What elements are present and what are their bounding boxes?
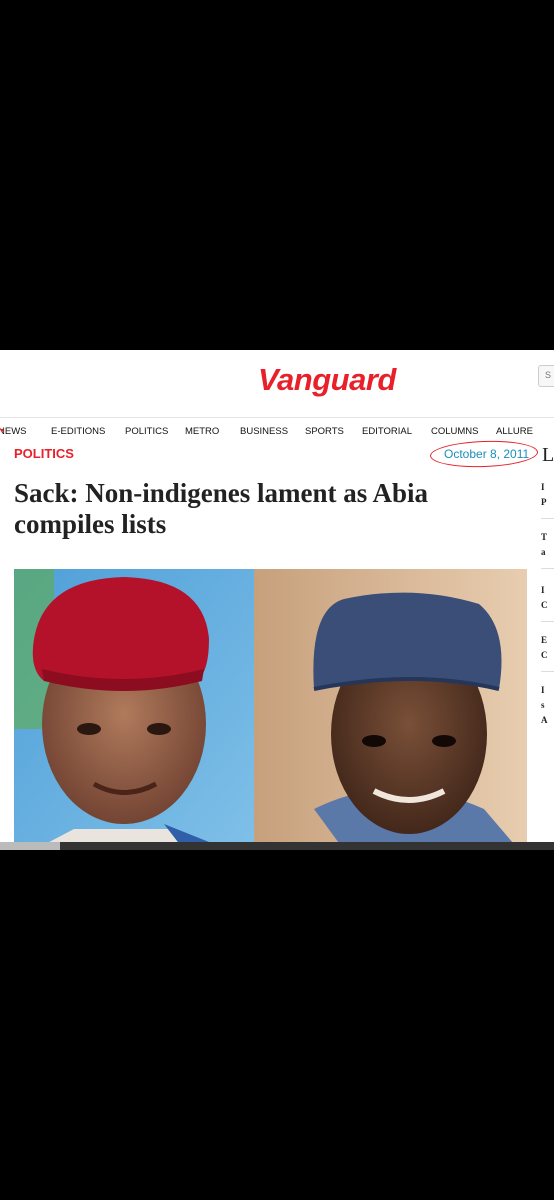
article-photo-illustration: [14, 569, 527, 850]
nav-item-politics[interactable]: POLITICS: [125, 426, 168, 437]
divider: [541, 518, 554, 519]
nav-item-sports[interactable]: SPORTS: [305, 426, 344, 437]
list-item[interactable]: I C: [541, 583, 554, 613]
list-item-line: P: [541, 497, 547, 507]
list-item-line: A: [541, 715, 548, 725]
list-item-line: I: [541, 585, 545, 595]
section-label[interactable]: POLITICS: [14, 446, 74, 461]
nav-item-columns[interactable]: COLUMNS: [431, 426, 479, 437]
chevron-down-icon: ▾: [0, 426, 5, 435]
vanguard-logo[interactable]: Vanguard: [258, 362, 396, 398]
nav-item-editorial[interactable]: EDITORIAL: [362, 426, 412, 437]
sidebar-title: L: [542, 444, 554, 466]
list-item-line: s: [541, 700, 545, 710]
nav-item-business[interactable]: BUSINESS: [240, 426, 288, 437]
list-item-line: a: [541, 547, 546, 557]
divider: [541, 568, 554, 569]
list-item[interactable]: I s A: [541, 683, 554, 728]
list-item-line: T: [541, 532, 548, 542]
nav-item-e-editions[interactable]: E-EDITIONS: [51, 426, 105, 437]
list-item-line: E: [541, 635, 548, 645]
divider: [541, 621, 554, 622]
list-item-line: C: [541, 600, 548, 610]
article-headline[interactable]: Sack: Non-indigenes lament as Abia compi…: [14, 478, 484, 540]
screenshot-bottom-edge: [0, 842, 554, 850]
two-portraits-photo: [14, 569, 527, 850]
search-placeholder: S: [545, 370, 552, 380]
list-item-line: I: [541, 685, 545, 695]
nav-item-metro[interactable]: METRO: [185, 426, 219, 437]
list-item[interactable]: T a: [541, 530, 554, 560]
screenshot-webpage: Vanguard S NEWS ▾ E-EDITIONS POLITICS MET…: [0, 350, 554, 850]
nav-item-allure[interactable]: ALLURE: [496, 426, 533, 437]
list-item[interactable]: E C: [541, 633, 554, 663]
list-item[interactable]: I P: [541, 480, 554, 510]
divider: [541, 671, 554, 672]
list-item-line: C: [541, 650, 548, 660]
article-date: October 8, 2011: [444, 447, 530, 461]
list-item-line: I: [541, 482, 545, 492]
nav-divider: [0, 417, 554, 418]
search-input[interactable]: S: [538, 365, 554, 387]
